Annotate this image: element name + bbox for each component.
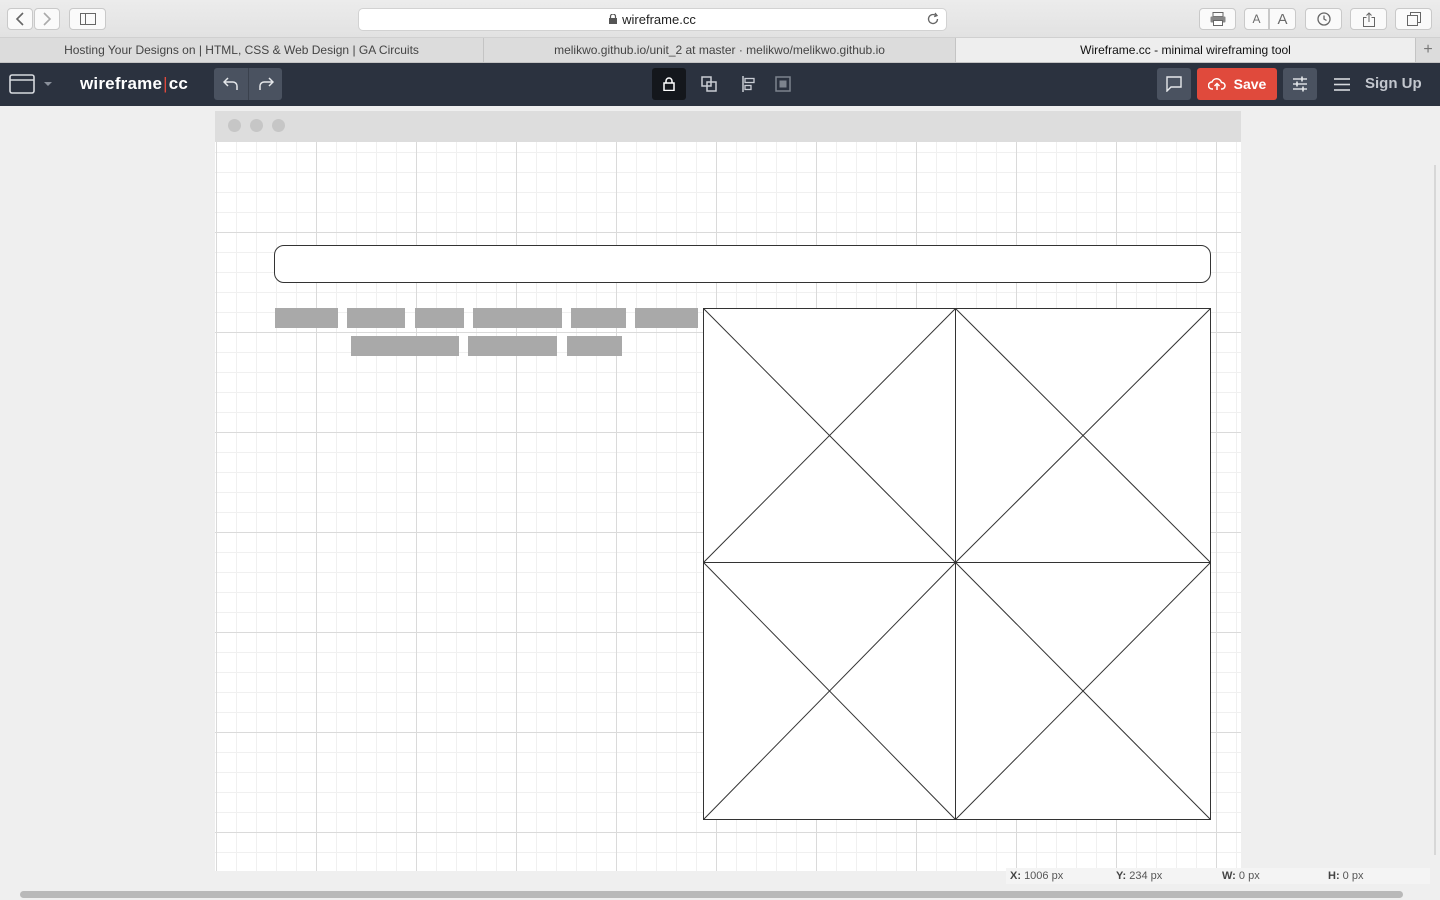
lock-icon	[609, 12, 618, 27]
window-dot	[272, 119, 285, 132]
logo-separator: |	[163, 74, 168, 93]
tab-ga-circuits[interactable]: Hosting Your Designs on | HTML, CSS & We…	[0, 38, 484, 62]
wireframe-image-grid[interactable]	[703, 308, 1212, 821]
status-h: H: 0 px	[1328, 870, 1364, 882]
horizontal-scrollbar[interactable]	[20, 891, 1403, 898]
align-tool-button[interactable]	[732, 68, 766, 100]
page-type-menu[interactable]	[8, 72, 53, 96]
sidebar-icon	[79, 13, 96, 25]
redo-button[interactable]	[248, 68, 282, 100]
clock-icon	[1316, 12, 1331, 26]
wireframe-search-bar[interactable]	[274, 245, 1211, 283]
wireframe-nav-block[interactable]	[473, 308, 562, 328]
arrange-tool-button[interactable]	[692, 68, 726, 100]
history-button[interactable]	[1305, 8, 1342, 30]
menu-button[interactable]	[1327, 68, 1357, 100]
comment-icon	[1166, 76, 1182, 92]
sign-up-link[interactable]: Sign Up	[1365, 75, 1422, 92]
plus-icon: +	[1423, 41, 1433, 58]
wireframe-nav-block[interactable]	[567, 336, 622, 356]
status-bar: X: 1006 px Y: 234 px W: 0 px H: 0 px	[1006, 868, 1430, 884]
forward-button[interactable]	[34, 8, 60, 30]
share-button[interactable]	[1350, 8, 1387, 30]
tab-wireframe[interactable]: Wireframe.cc - minimal wireframing tool	[956, 38, 1416, 62]
wireframe-nav-block[interactable]	[415, 308, 464, 328]
share-icon	[1362, 11, 1375, 27]
chevron-left-icon	[15, 12, 24, 26]
vertical-scrollbar[interactable]	[1434, 165, 1436, 855]
chevron-right-icon	[43, 12, 52, 26]
tab-label: melikwo.github.io/unit_2 at master · mel…	[554, 43, 885, 57]
wireframe-canvas[interactable]	[215, 111, 1241, 871]
logo[interactable]: wireframe|cc	[80, 74, 188, 94]
save-label: Save	[1233, 76, 1267, 92]
logo-right: cc	[168, 74, 189, 93]
tab-github[interactable]: melikwo.github.io/unit_2 at master · mel…	[484, 38, 956, 62]
status-y: Y: 234 px	[1116, 870, 1163, 882]
sliders-icon	[1293, 76, 1307, 92]
printer-icon	[1210, 12, 1225, 26]
comment-button[interactable]	[1157, 68, 1191, 100]
hamburger-icon	[1334, 77, 1350, 91]
address-bar[interactable]: wireframe.cc	[358, 8, 947, 31]
wireframe-nav-block[interactable]	[347, 308, 405, 328]
lock-icon	[663, 77, 675, 91]
tabs-icon	[1406, 12, 1421, 26]
reload-icon[interactable]	[926, 12, 940, 29]
group-tool-button[interactable]	[766, 68, 800, 100]
font-large-label: A	[1277, 10, 1288, 28]
logo-left: wireframe	[80, 74, 163, 93]
status-x: X: 1006 px	[1010, 870, 1064, 882]
layers-icon	[701, 76, 717, 92]
group-icon	[775, 76, 791, 92]
wireframe-nav-block[interactable]	[635, 308, 698, 328]
settings-button[interactable]	[1283, 68, 1317, 100]
undo-icon	[223, 77, 238, 90]
font-larger-button[interactable]: A	[1269, 8, 1296, 30]
canvas-grid[interactable]	[215, 142, 1241, 871]
save-button[interactable]: Save	[1197, 68, 1277, 100]
tabs-overview-button[interactable]	[1395, 8, 1432, 30]
sidebar-toggle-button[interactable]	[69, 8, 106, 30]
browser-tabs: Hosting Your Designs on | HTML, CSS & We…	[0, 38, 1440, 63]
url-text: wireframe.cc	[622, 12, 696, 27]
lock-tool-button[interactable]	[652, 68, 686, 100]
wireframe-nav-block[interactable]	[468, 336, 557, 356]
history-controls	[214, 68, 282, 100]
font-small-label: A	[1252, 12, 1261, 26]
canvas-window-bar	[215, 111, 1241, 142]
print-button[interactable]	[1199, 8, 1236, 30]
window-dot	[250, 119, 263, 132]
align-left-icon	[742, 76, 755, 92]
status-w: W: 0 px	[1222, 870, 1260, 882]
wireframe-nav-block[interactable]	[571, 308, 626, 328]
window-dot	[228, 119, 241, 132]
font-smaller-button[interactable]: A	[1244, 8, 1269, 30]
undo-button[interactable]	[214, 68, 248, 100]
caret-down-icon	[43, 82, 52, 86]
back-button[interactable]	[7, 8, 33, 30]
tab-label: Hosting Your Designs on | HTML, CSS & We…	[64, 43, 419, 57]
browser-toolbar: wireframe.cc A A	[0, 0, 1440, 38]
wireframe-nav-block[interactable]	[275, 308, 338, 328]
app-header: wireframe|cc Save Sign Up	[0, 63, 1440, 106]
wireframe-nav-block[interactable]	[351, 336, 459, 356]
browser-window-icon	[8, 74, 35, 94]
cloud-upload-icon	[1207, 78, 1226, 90]
tab-label: Wireframe.cc - minimal wireframing tool	[1080, 43, 1291, 57]
redo-icon	[258, 77, 274, 90]
new-tab-button[interactable]: +	[1416, 38, 1440, 62]
